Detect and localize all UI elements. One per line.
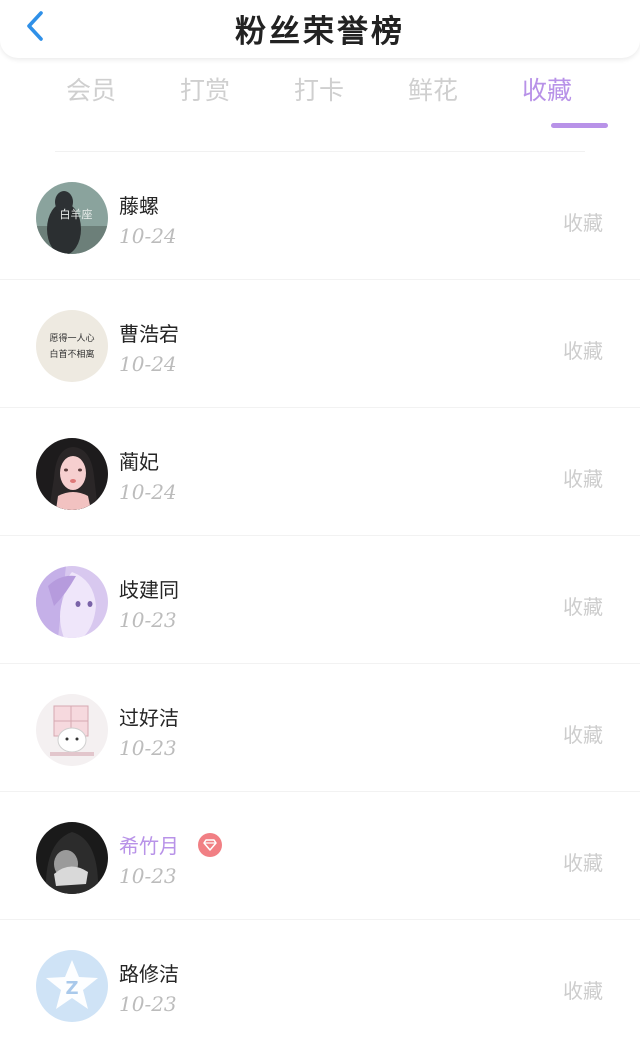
fan-action-label: 收藏: [563, 595, 603, 619]
svg-text:Z: Z: [65, 978, 78, 999]
list-item[interactable]: 白羊座 藤螺 10-24 收藏: [0, 152, 640, 280]
avatar[interactable]: 白羊座: [36, 182, 108, 254]
fan-date: 10-24: [119, 480, 177, 504]
tab-member[interactable]: 会员: [51, 71, 131, 107]
fan-action-label: 收藏: [563, 723, 603, 747]
fan-action-label: 收藏: [563, 979, 603, 1003]
fan-date: 10-24: [119, 352, 177, 376]
avatar[interactable]: [36, 438, 108, 510]
list-item[interactable]: 愿得一人心 白首不相离 曹浩宕 10-24 收藏: [0, 280, 640, 408]
fan-action-label: 收藏: [563, 339, 603, 363]
top-bar: 粉丝荣誉榜: [0, 0, 640, 58]
active-tab-indicator: [551, 123, 608, 128]
avatar[interactable]: [36, 566, 108, 638]
tab-bar: 会员 打赏 打卡 鲜花 收藏: [32, 71, 608, 133]
fan-name: 希竹月: [119, 834, 179, 858]
fan-name: 曹浩宕: [119, 322, 179, 346]
list-item[interactable]: 歧建同 10-23 收藏: [0, 536, 640, 664]
fan-action-label: 收藏: [563, 467, 603, 491]
fan-name: 歧建同: [119, 578, 179, 602]
svg-text:白羊座: 白羊座: [60, 207, 93, 221]
svg-text:白首不相离: 白首不相离: [49, 348, 94, 360]
tab-checkin[interactable]: 打卡: [279, 71, 359, 107]
tab-reward[interactable]: 打赏: [165, 71, 245, 107]
fan-name: 藤螺: [119, 194, 159, 218]
fan-date: 10-23: [119, 736, 177, 760]
list-item[interactable]: 希竹月 10-23 收藏: [0, 792, 640, 920]
page-title: 粉丝荣誉榜: [235, 14, 405, 50]
fan-action-label: 收藏: [563, 211, 603, 235]
fan-name: 过好洁: [119, 706, 179, 730]
tab-favorites[interactable]: 收藏: [507, 71, 587, 107]
list-item[interactable]: 过好洁 10-23 收藏: [0, 664, 640, 792]
diamond-icon: [203, 839, 217, 851]
fan-date: 10-23: [119, 864, 177, 888]
fan-date: 10-24: [119, 224, 177, 248]
tab-flowers[interactable]: 鲜花: [393, 71, 473, 107]
svg-text:愿得一人心: 愿得一人心: [49, 332, 94, 344]
list-item[interactable]: 蔺妃 10-24 收藏: [0, 408, 640, 536]
fan-date: 10-23: [119, 608, 177, 632]
avatar[interactable]: [36, 694, 108, 766]
avatar[interactable]: [36, 822, 108, 894]
vip-badge: [198, 833, 222, 857]
fan-name: 蔺妃: [119, 450, 159, 474]
avatar[interactable]: 愿得一人心 白首不相离: [36, 310, 108, 382]
fan-action-label: 收藏: [563, 851, 603, 875]
avatar[interactable]: Z: [36, 950, 108, 1022]
fan-date: 10-23: [119, 992, 177, 1016]
list-item[interactable]: Z 路修洁 10-23 收藏: [0, 920, 640, 1048]
fan-list: 白羊座 藤螺 10-24 收藏 愿得一人心 白首不相离 曹浩宕 10-24 收藏: [0, 152, 640, 1048]
fan-name: 路修洁: [119, 962, 179, 986]
